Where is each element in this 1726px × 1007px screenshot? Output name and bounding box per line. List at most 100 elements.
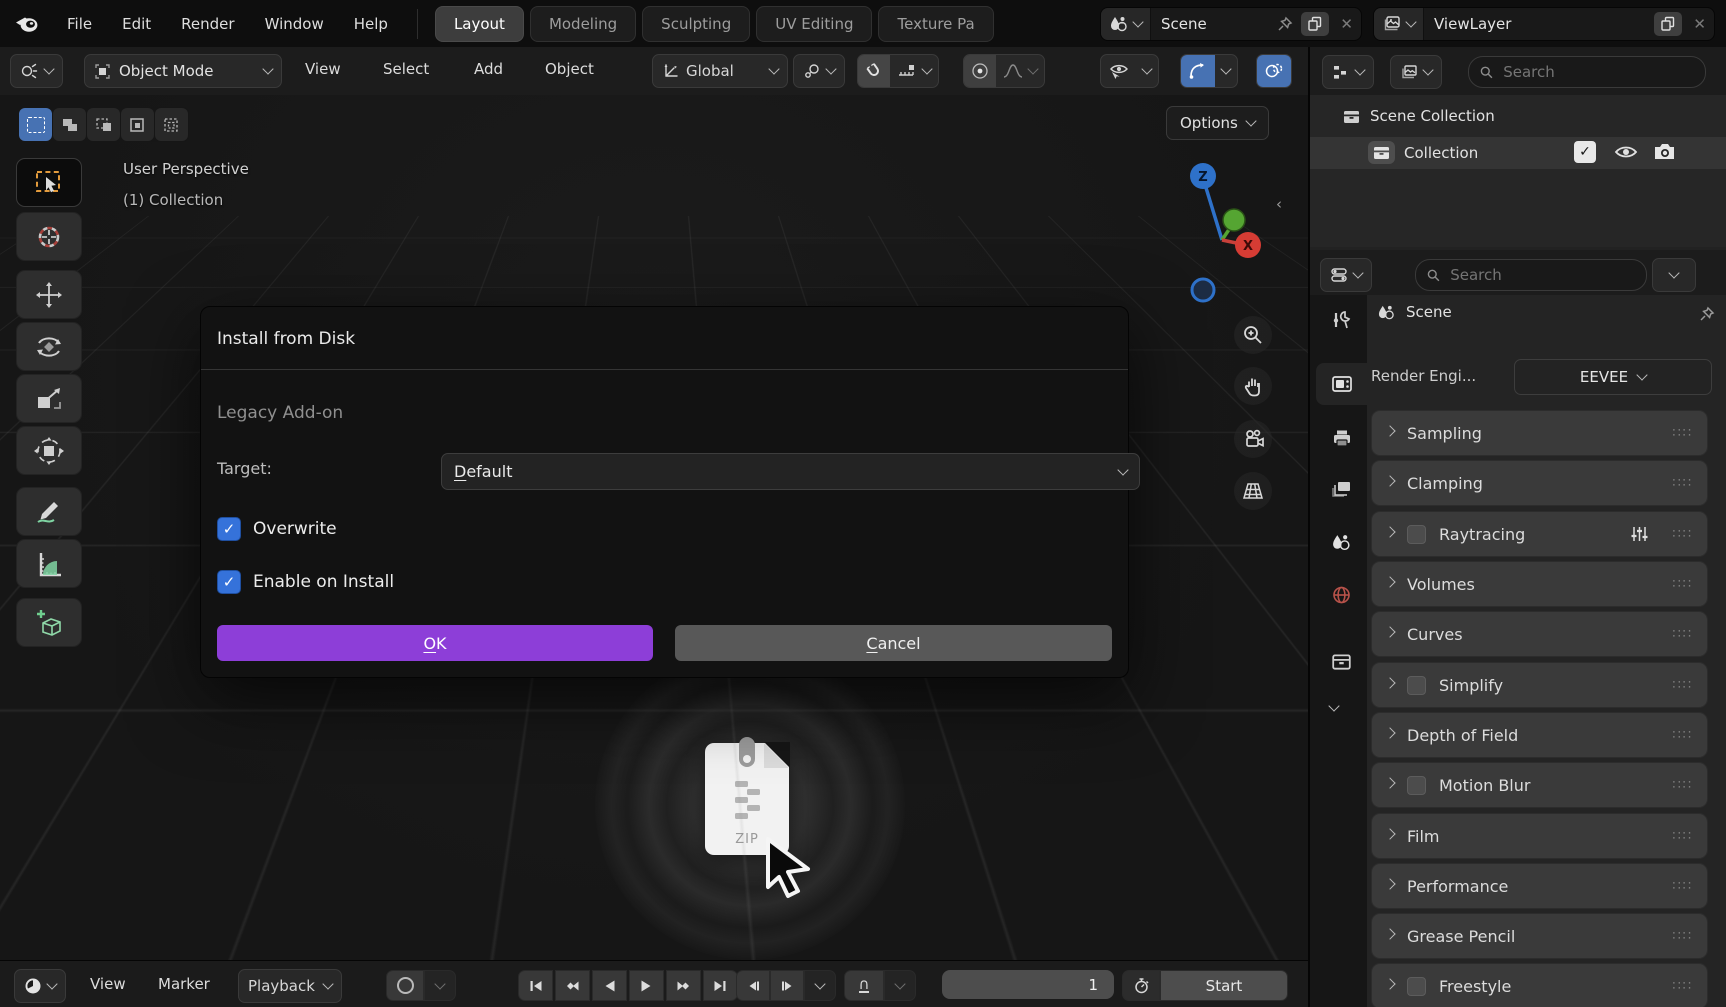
- transform-orientation-dropdown[interactable]: Global: [652, 54, 788, 88]
- section-performance[interactable]: Performance ∷∷: [1371, 863, 1708, 909]
- tool-add-cube[interactable]: [16, 598, 82, 647]
- zoom-button[interactable]: [1234, 316, 1272, 354]
- prev-frame-button[interactable]: [736, 970, 770, 1001]
- viewport-menu-view[interactable]: View: [305, 60, 341, 78]
- pin-icon[interactable]: [1272, 15, 1298, 33]
- gizmos-dropdown[interactable]: [1215, 55, 1237, 87]
- drag-handle[interactable]: ∷∷: [1672, 778, 1693, 793]
- snap-settings-button[interactable]: [890, 55, 938, 87]
- viewlayer-copy-button[interactable]: [1654, 12, 1682, 36]
- frame-start-field[interactable]: Start: [1160, 970, 1288, 1001]
- section-film[interactable]: Film ∷∷: [1371, 813, 1708, 859]
- target-select[interactable]: Default: [441, 453, 1140, 490]
- tab-object[interactable]: [1316, 640, 1367, 682]
- jump-to-prev-keyframe-button[interactable]: [555, 970, 590, 1001]
- tab-view-layer[interactable]: [1316, 468, 1367, 510]
- workspace-tab-sculpting[interactable]: Sculpting: [642, 6, 750, 42]
- drag-handle[interactable]: ∷∷: [1672, 426, 1693, 441]
- pin-icon[interactable]: [1698, 305, 1716, 323]
- properties-search-input[interactable]: [1448, 265, 1635, 285]
- menu-file[interactable]: File: [52, 0, 107, 47]
- workspace-tab-modeling[interactable]: Modeling: [530, 6, 636, 42]
- menu-window[interactable]: Window: [250, 0, 339, 47]
- cancel-button[interactable]: Cancel: [675, 625, 1112, 661]
- blender-logo-icon[interactable]: [0, 12, 52, 36]
- use-preview-range-toggle[interactable]: [1122, 970, 1160, 1001]
- auto-keyframe-toggle[interactable]: [386, 970, 424, 1001]
- drag-handle[interactable]: ∷∷: [1672, 929, 1693, 944]
- freestyle-checkbox[interactable]: [1407, 977, 1426, 996]
- timeline-editor-type-button[interactable]: [14, 969, 66, 1003]
- tab-render[interactable]: [1316, 363, 1367, 405]
- camera-view-button[interactable]: [1234, 420, 1272, 458]
- simplify-checkbox[interactable]: [1407, 676, 1426, 695]
- editor-type-button[interactable]: [10, 54, 63, 88]
- collection-render-toggle[interactable]: [1652, 140, 1677, 163]
- workspace-tab-uv-editing[interactable]: UV Editing: [756, 6, 872, 42]
- frame-step-dropdown[interactable]: [804, 970, 836, 1001]
- properties-editor-type-button[interactable]: [1320, 258, 1372, 292]
- viewlayer-remove-button[interactable]: ✕: [1685, 15, 1714, 33]
- properties-filter-dropdown[interactable]: [1652, 258, 1696, 292]
- tab-scene[interactable]: [1316, 521, 1367, 563]
- section-clamping[interactable]: Clamping ∷∷: [1371, 460, 1708, 506]
- tool-measure[interactable]: [16, 539, 82, 588]
- raytracing-checkbox[interactable]: [1407, 525, 1426, 544]
- drag-handle[interactable]: ∷∷: [1672, 577, 1693, 592]
- proportional-falloff-button[interactable]: [996, 55, 1044, 87]
- drag-handle[interactable]: ∷∷: [1672, 979, 1693, 994]
- select-mode-extend[interactable]: [53, 108, 86, 141]
- jump-to-start-button[interactable]: [518, 970, 553, 1001]
- scene-copy-button[interactable]: [1301, 12, 1329, 36]
- select-mode-invert[interactable]: [121, 108, 154, 141]
- play-button[interactable]: [629, 970, 664, 1001]
- show-gizmos-toggle[interactable]: [1181, 55, 1215, 87]
- tool-select-box[interactable]: [16, 158, 82, 207]
- workspace-tab-texture-paint[interactable]: Texture Pa: [878, 6, 993, 42]
- section-curves[interactable]: Curves ∷∷: [1371, 611, 1708, 657]
- current-frame-field[interactable]: 1: [942, 970, 1114, 999]
- tabs-scroll-down-icon[interactable]: [1330, 695, 1338, 714]
- tool-cursor[interactable]: [16, 212, 82, 261]
- properties-search[interactable]: [1415, 259, 1647, 291]
- breadcrumb-scene[interactable]: Scene: [1406, 303, 1452, 321]
- tab-tool[interactable]: [1316, 299, 1367, 341]
- pan-button[interactable]: [1234, 367, 1272, 405]
- sidebar-collapse-arrow[interactable]: ‹: [1276, 195, 1282, 213]
- scene-browse-button[interactable]: [1101, 8, 1151, 40]
- scene-unlink-button[interactable]: ✕: [1332, 15, 1361, 33]
- collection-hide-toggle[interactable]: [1614, 141, 1638, 163]
- tool-move[interactable]: [16, 270, 82, 319]
- select-mode-intersect[interactable]: [155, 108, 188, 141]
- section-simplify[interactable]: Simplify ∷∷: [1371, 662, 1708, 708]
- section-grease-pencil[interactable]: Grease Pencil ∷∷: [1371, 913, 1708, 959]
- next-frame-button[interactable]: [770, 970, 804, 1001]
- drag-handle[interactable]: ∷∷: [1672, 627, 1693, 642]
- section-depth-of-field[interactable]: Depth of Field ∷∷: [1371, 712, 1708, 758]
- motion-blur-checkbox[interactable]: [1407, 776, 1426, 795]
- jump-to-end-button[interactable]: [703, 970, 738, 1001]
- tool-transform[interactable]: [16, 426, 82, 475]
- pivot-point-dropdown[interactable]: [793, 54, 845, 88]
- drag-handle[interactable]: ∷∷: [1672, 678, 1693, 693]
- menu-render[interactable]: Render: [166, 0, 249, 47]
- drag-handle[interactable]: ∷∷: [1672, 527, 1693, 542]
- jump-to-next-keyframe-button[interactable]: [666, 970, 701, 1001]
- options-dropdown[interactable]: Options: [1166, 106, 1269, 140]
- sliders-icon[interactable]: [1630, 526, 1649, 542]
- outliner-row-scene-collection[interactable]: Scene Collection: [1342, 107, 1495, 125]
- proportional-edit-toggle[interactable]: [964, 55, 996, 87]
- select-mode-set[interactable]: [19, 108, 52, 141]
- outliner-display-mode-button[interactable]: [1390, 55, 1442, 89]
- outliner-editor-type-button[interactable]: [1322, 55, 1374, 89]
- play-reverse-button[interactable]: [592, 970, 627, 1001]
- drag-handle[interactable]: ∷∷: [1672, 829, 1693, 844]
- viewport-menu-object[interactable]: Object: [545, 60, 594, 78]
- enable-on-install-checkbox[interactable]: ✓: [217, 570, 241, 594]
- viewport-menu-select[interactable]: Select: [383, 60, 429, 78]
- show-gizmo-visibility-button[interactable]: [1101, 55, 1136, 87]
- keying-dropdown[interactable]: [884, 970, 916, 1001]
- section-volumes[interactable]: Volumes ∷∷: [1371, 561, 1708, 607]
- section-motion-blur[interactable]: Motion Blur ∷∷: [1371, 762, 1708, 808]
- overwrite-checkbox[interactable]: ✓: [217, 517, 241, 541]
